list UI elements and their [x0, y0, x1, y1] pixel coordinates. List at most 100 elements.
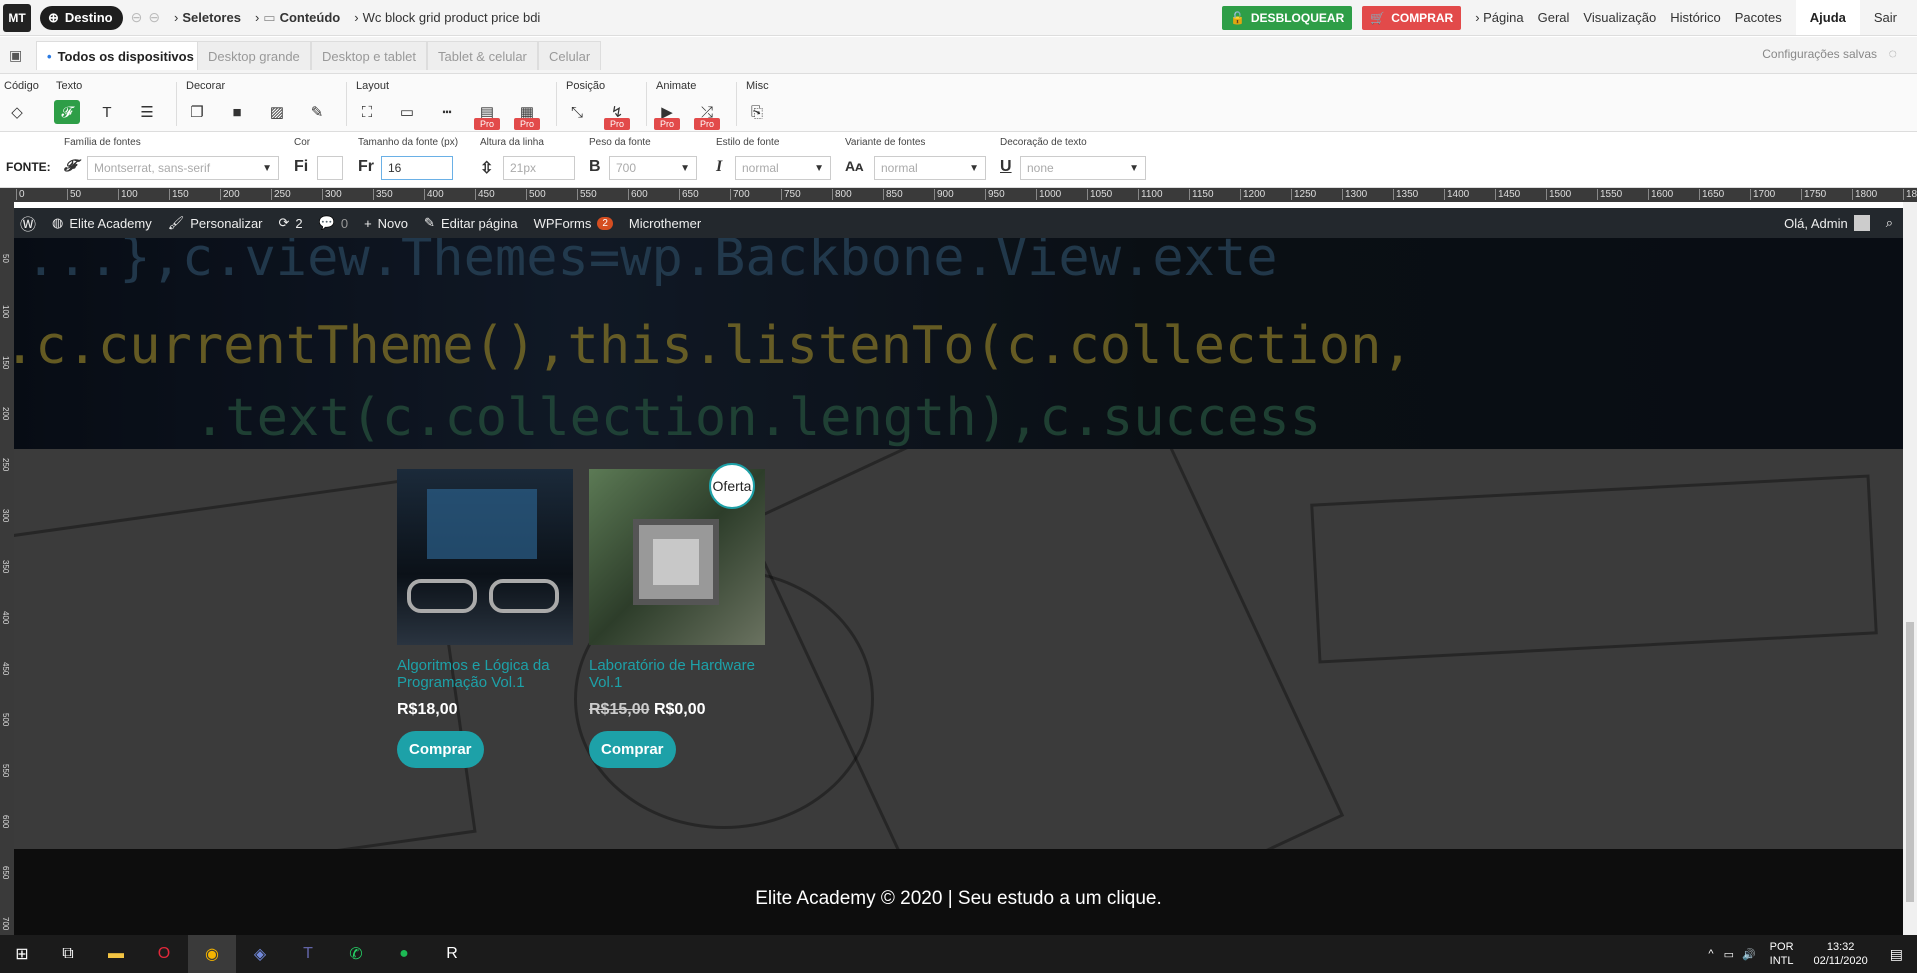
color-label: Cor	[294, 137, 311, 148]
font-weight-label: Peso da fonte	[589, 137, 651, 148]
forward-icon[interactable]: ⊖	[148, 9, 160, 26]
ruler-tick: 200	[1, 407, 10, 421]
opera-icon[interactable]: O	[140, 935, 188, 973]
effects-icon[interactable]: ✎	[304, 100, 330, 124]
gradient-icon[interactable]: ▨	[264, 100, 290, 124]
group-layout-label: Layout	[356, 80, 390, 92]
hero-overlay	[14, 238, 1903, 449]
comprar-product-button[interactable]: Comprar	[589, 731, 676, 768]
site-link[interactable]: ◍ Elite Academy	[52, 215, 152, 231]
pro-badge: Pro	[654, 118, 680, 130]
color-picker[interactable]	[317, 156, 343, 180]
chevron-down-icon: ▼	[680, 162, 690, 174]
glasses-shape	[489, 579, 559, 613]
product-image[interactable]	[397, 469, 573, 645]
menu-pagina[interactable]: › Página	[1475, 10, 1523, 25]
whatsapp-icon[interactable]: ✆	[332, 935, 380, 973]
avatar	[1853, 215, 1870, 231]
microthemer-link[interactable]: Microthemer	[629, 216, 701, 231]
text-icon[interactable]: T	[94, 100, 120, 124]
site-label: Elite Academy	[69, 215, 152, 231]
pro-badge: Pro	[474, 118, 500, 130]
updates-link[interactable]: ⟳ 2	[279, 215, 303, 231]
ruler-tick: 300	[1, 509, 10, 523]
notifications-icon[interactable]: ▤	[1890, 946, 1903, 963]
menu-pacotes[interactable]: Pacotes	[1735, 10, 1782, 25]
menu-sair[interactable]: Sair	[1874, 10, 1897, 25]
file-explorer-icon[interactable]: ▬	[92, 935, 140, 973]
tab-todos-dispositivos[interactable]: • Todos os dispositivos	[36, 41, 205, 70]
microthemer-logo[interactable]: MT	[3, 3, 31, 32]
italic-icon: I	[716, 158, 723, 175]
monitor-shape	[427, 489, 537, 559]
seletores-menu[interactable]: › Seletores	[174, 10, 241, 25]
tab-desktop-grande[interactable]: Desktop grande	[197, 41, 311, 70]
editar-pagina-link[interactable]: ✎ Editar página	[424, 215, 518, 231]
menu-historico[interactable]: Histórico	[1670, 10, 1721, 25]
panel-toggle-icon[interactable]: ▣	[9, 47, 22, 64]
selector-path[interactable]: › Wc block grid product price bdi	[354, 10, 540, 25]
font-style-select[interactable]: normal ▼	[735, 156, 831, 180]
desbloquear-button[interactable]: 🔓 DESBLOQUEAR	[1221, 5, 1353, 30]
chrome-icon[interactable]: ◉	[188, 935, 236, 973]
destino-button[interactable]: ⊕ Destino	[40, 5, 123, 30]
border-icon[interactable]: ❐	[184, 100, 210, 124]
position-icon[interactable]: ⤡	[564, 100, 590, 124]
site-footer: Elite Academy © 2020 | Seu estudo a um c…	[14, 849, 1903, 935]
teams-icon[interactable]: T	[284, 935, 332, 973]
discord-icon[interactable]: ◈	[236, 935, 284, 973]
product-title[interactable]: Algoritmos e Lógica da Programação Vol.1	[397, 657, 573, 691]
font-family-select[interactable]: Montserrat, sans-serif ▼	[87, 156, 279, 180]
comprar-button[interactable]: 🛒 COMPRAR	[1362, 5, 1462, 30]
search-icon[interactable]: ⌕	[1886, 215, 1893, 231]
font-variant-select[interactable]: normal ▼	[874, 156, 986, 180]
personalizar-link[interactable]: 🖌 Personalizar	[168, 215, 263, 231]
text-decoration-select[interactable]: none ▼	[1020, 156, 1146, 180]
font-icon[interactable]: 𝓕	[54, 100, 80, 124]
tab-tablet-celular[interactable]: Tablet & celular	[427, 41, 538, 70]
vertical-scrollbar[interactable]	[1903, 202, 1917, 935]
account-menu[interactable]: Olá, Admin	[1784, 215, 1870, 231]
volume-icon[interactable]: 🔊	[1742, 948, 1756, 961]
expand-icon[interactable]: ⛶	[354, 100, 380, 124]
dotted-line-icon[interactable]: ┅	[434, 100, 460, 124]
clock[interactable]: 13:32 02/11/2020	[1814, 940, 1868, 968]
tray-chevron-icon[interactable]: ^	[1708, 948, 1713, 960]
font-size-input[interactable]: 16	[381, 156, 453, 180]
wordpress-icon[interactable]: Ⓦ	[20, 211, 36, 235]
divider	[346, 82, 347, 126]
conteudo-menu[interactable]: › ▭ Conteúdo	[255, 10, 340, 26]
ruler-tick: 450	[475, 189, 495, 200]
tab-celular[interactable]: Celular	[538, 41, 602, 70]
ruler-tick: 1850	[1903, 189, 1917, 200]
tab-desktop-tablet[interactable]: Desktop e tablet	[311, 41, 427, 70]
comments-link[interactable]: 💬 0	[319, 215, 348, 231]
novo-link[interactable]: + Novo	[364, 216, 408, 231]
back-icon[interactable]: ⊖	[131, 9, 143, 26]
padding-icon[interactable]: ▭	[394, 100, 420, 124]
background-icon[interactable]: ■	[224, 100, 250, 124]
language-indicator[interactable]: POR INTL	[1770, 940, 1794, 968]
windows-start-icon[interactable]: ⊞	[0, 935, 44, 973]
save-status: Configurações salvas	[1762, 47, 1877, 61]
divider	[646, 82, 647, 126]
spotify-icon[interactable]: ●	[380, 935, 428, 973]
inbox-icon[interactable]: ⎘	[744, 100, 770, 124]
wpforms-link[interactable]: WPForms 2	[534, 216, 613, 231]
code-icon[interactable]: ◇	[4, 100, 30, 124]
comprar-product-button[interactable]: Comprar	[397, 731, 484, 768]
menu-visualizacao[interactable]: Visualização	[1583, 10, 1656, 25]
line-height-input[interactable]: 21px	[503, 156, 575, 180]
task-view-icon[interactable]: ⧉	[44, 935, 92, 973]
menu-ajuda[interactable]: Ajuda	[1795, 0, 1860, 35]
product-title[interactable]: Laboratório de Hardware Vol.1	[589, 657, 765, 691]
app-icon[interactable]: R	[428, 935, 476, 973]
font-weight-select[interactable]: 700 ▼	[609, 156, 697, 180]
menu-geral[interactable]: Geral	[1538, 10, 1570, 25]
scrollbar-thumb[interactable]	[1906, 622, 1914, 902]
network-icon[interactable]: ▭	[1724, 948, 1734, 961]
list-icon[interactable]: ☰	[134, 100, 160, 124]
ruler-tick: 50	[67, 189, 81, 200]
ruler-tick: 1400	[1444, 189, 1469, 200]
font-family-icon: 𝓕	[64, 158, 76, 175]
